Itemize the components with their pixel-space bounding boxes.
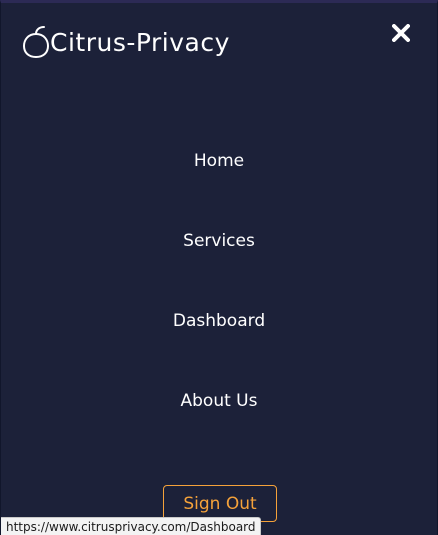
nav-item-about-us[interactable]: About Us <box>1 389 437 413</box>
menu-header: Citrus-Privacy <box>1 3 437 83</box>
citrus-fruit-icon <box>22 26 50 59</box>
nav-item-dashboard[interactable]: Dashboard <box>1 309 437 333</box>
brand-logo[interactable]: Citrus-Privacy <box>22 23 230 63</box>
close-icon <box>392 24 410 42</box>
close-menu-button[interactable] <box>389 21 413 45</box>
mobile-menu-overlay: Citrus-Privacy Home Services Dashboard A… <box>0 0 438 535</box>
link-preview-status-bar: https://www.citrusprivacy.com/Dashboard <box>1 517 261 535</box>
nav-item-services[interactable]: Services <box>1 229 437 253</box>
brand-name: Citrus-Privacy <box>50 28 230 57</box>
nav-item-home[interactable]: Home <box>1 149 437 173</box>
